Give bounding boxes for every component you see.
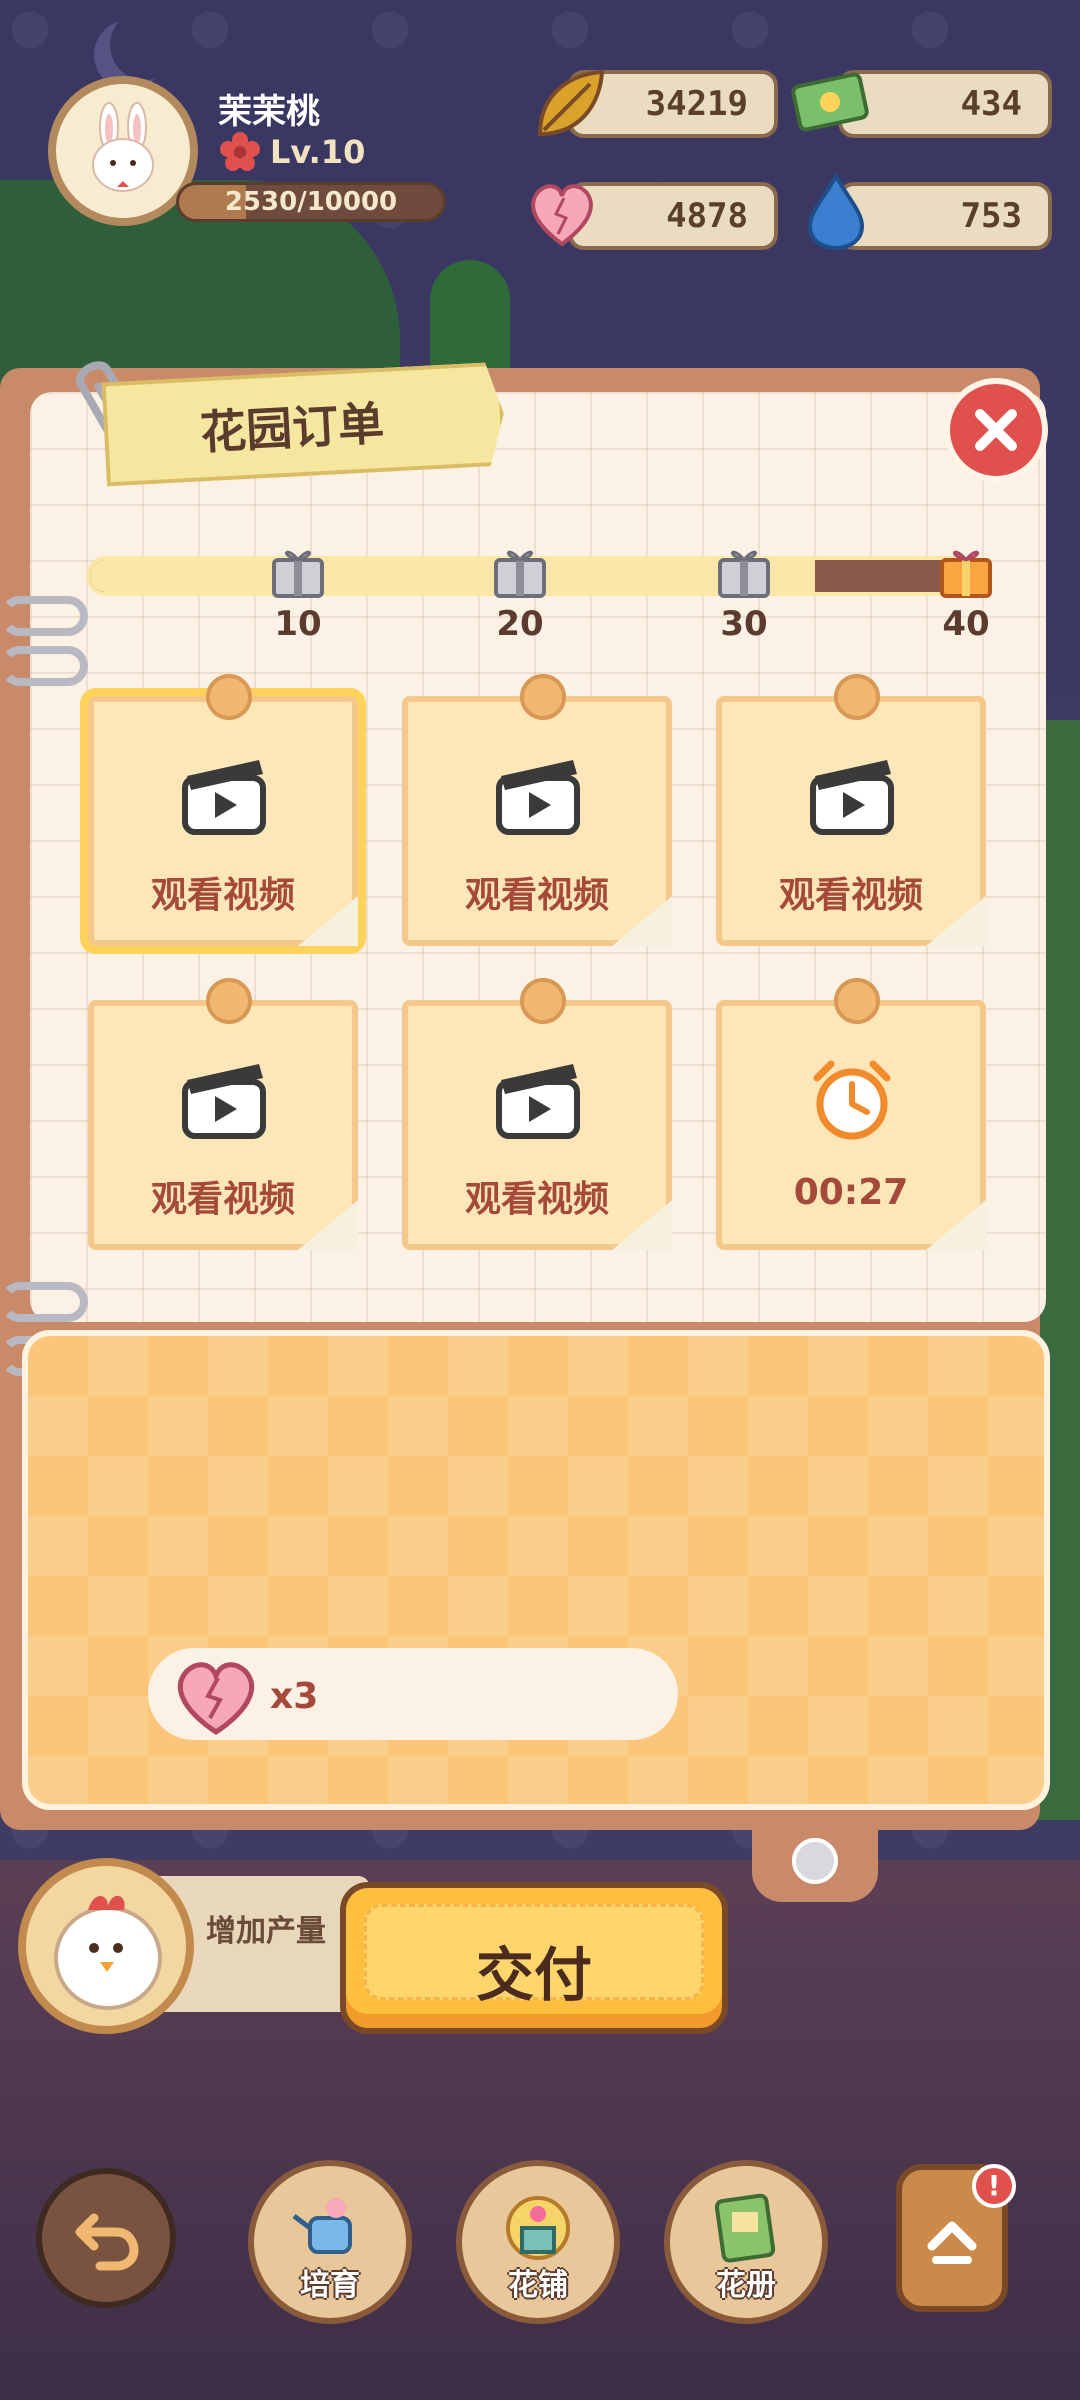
order-timer: 00:27 bbox=[793, 1172, 909, 1213]
heart-reward-icon bbox=[177, 1662, 255, 1736]
order-progress-fill bbox=[90, 560, 815, 592]
alarm-clock-icon bbox=[813, 1060, 891, 1140]
chevron-up-icon bbox=[927, 2221, 977, 2264]
back-button[interactable] bbox=[36, 2168, 176, 2308]
watering-can-icon bbox=[292, 2198, 352, 2254]
ticket-icon bbox=[791, 72, 869, 132]
order-card-timer[interactable]: 00:27 bbox=[716, 978, 986, 1250]
nav-flower-book-label: 花册 bbox=[716, 2268, 776, 2303]
shop-icon bbox=[506, 2196, 570, 2260]
binder-ring bbox=[0, 596, 88, 636]
level-row: Lv.10 bbox=[220, 132, 365, 172]
pin-icon bbox=[834, 674, 880, 720]
binder-ring bbox=[0, 1282, 88, 1322]
milestone-label: 30 bbox=[720, 604, 768, 644]
leaf-icon bbox=[537, 69, 605, 137]
pin-icon bbox=[834, 978, 880, 1024]
order-card[interactable]: 观看视频 bbox=[402, 978, 672, 1250]
order-card-label: 观看视频 bbox=[150, 1179, 295, 1220]
water-drop-icon bbox=[807, 171, 865, 250]
order-card[interactable]: 观看视频 bbox=[716, 674, 986, 946]
heart-icon bbox=[531, 184, 593, 247]
close-button[interactable] bbox=[944, 378, 1048, 482]
nav-flower-shop[interactable]: 花铺 bbox=[456, 2160, 620, 2324]
rooster-icon bbox=[54, 1895, 162, 2010]
video-clapper-icon bbox=[496, 760, 580, 835]
panel-title: 花园订单 bbox=[198, 396, 386, 460]
pin-icon bbox=[520, 674, 566, 720]
player-name: 茉茉桃 bbox=[218, 92, 320, 132]
leaf-value: 34219 bbox=[645, 84, 748, 124]
gift-milestone-icon[interactable] bbox=[714, 540, 774, 600]
milestone-label: 40 bbox=[942, 604, 990, 644]
nav-flower-book[interactable]: 花册 bbox=[664, 2160, 828, 2324]
gift-milestone-icon[interactable] bbox=[490, 540, 550, 600]
heart-value: 4878 bbox=[666, 196, 748, 236]
notification-badge: ! bbox=[972, 2164, 1016, 2208]
ticket-counter[interactable]: 434 bbox=[838, 70, 1052, 138]
gift-final-icon[interactable] bbox=[936, 540, 996, 600]
close-icon bbox=[975, 409, 1017, 451]
pin-icon bbox=[520, 978, 566, 1024]
video-clapper-icon bbox=[496, 1064, 580, 1139]
water-value: 753 bbox=[960, 196, 1022, 236]
production-boost-label: 增加产量 bbox=[206, 1914, 326, 1949]
player-level: Lv.10 bbox=[270, 133, 366, 171]
submit-label: 交付 bbox=[475, 1941, 592, 2009]
order-card-label: 观看视频 bbox=[150, 875, 295, 916]
order-card-label: 观看视频 bbox=[464, 1179, 609, 1220]
reward-multiplier: x3 bbox=[270, 1676, 319, 1717]
nav-cultivate[interactable]: 培育 bbox=[248, 2160, 412, 2324]
order-card-label: 观看视频 bbox=[778, 875, 923, 916]
pin-icon bbox=[206, 978, 252, 1024]
milestone-label: 20 bbox=[496, 604, 544, 644]
flower-icon bbox=[220, 132, 260, 171]
ticket-value: 434 bbox=[960, 84, 1022, 124]
bunny-icon bbox=[92, 102, 154, 192]
milestone-label: 10 bbox=[274, 604, 322, 644]
pin-icon bbox=[206, 674, 252, 720]
order-card[interactable]: 观看视频 bbox=[88, 978, 358, 1250]
order-card[interactable]: 观看视频 bbox=[402, 674, 672, 946]
gift-milestone-icon[interactable] bbox=[268, 540, 328, 600]
xp-bar: 2530/10000 bbox=[176, 182, 446, 222]
back-arrow-icon bbox=[75, 2213, 139, 2271]
moon-decoration bbox=[110, 10, 180, 80]
xp-text: 2530/10000 bbox=[224, 187, 398, 217]
book-icon bbox=[714, 2193, 776, 2263]
order-card[interactable]: 观看视频 bbox=[88, 674, 358, 946]
order-card-label: 观看视频 bbox=[464, 875, 609, 916]
nav-cultivate-label: 培育 bbox=[300, 2268, 360, 2303]
panel-knob bbox=[792, 1838, 838, 1884]
video-clapper-icon bbox=[182, 760, 266, 835]
binder-ring bbox=[0, 646, 88, 686]
nav-flower-shop-label: 花铺 bbox=[508, 2268, 568, 2303]
video-clapper-icon bbox=[182, 1064, 266, 1139]
submit-button[interactable]: 交付 bbox=[340, 1882, 728, 2034]
video-clapper-icon bbox=[810, 760, 894, 835]
